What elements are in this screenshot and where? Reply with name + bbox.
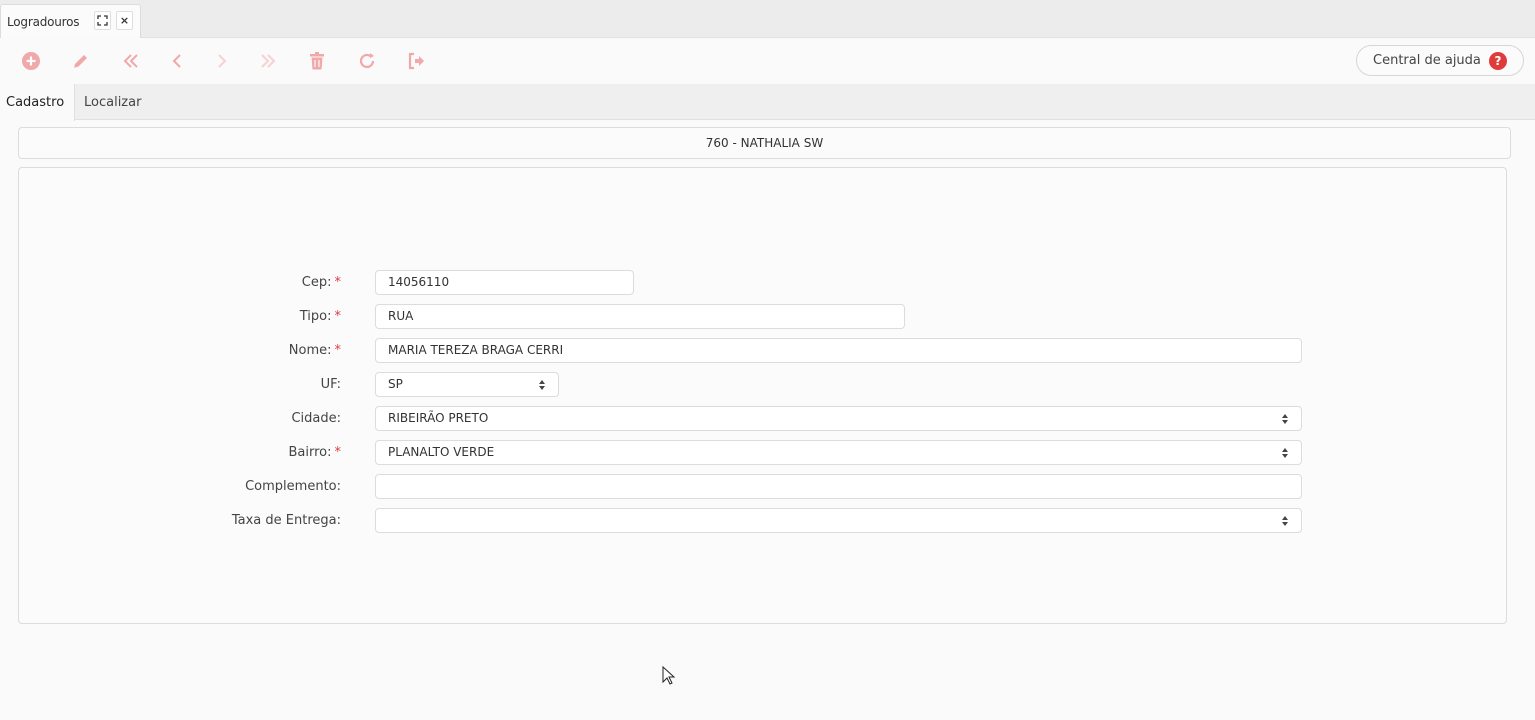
- previous-record-icon[interactable]: [164, 48, 190, 74]
- refresh-icon[interactable]: [354, 48, 380, 74]
- bairro-label: Bairro: *: [288, 445, 341, 460]
- uf-select-value: SP: [388, 377, 403, 391]
- tab-cadastro[interactable]: Cadastro: [0, 84, 75, 121]
- form-row-uf: UF: SP: [19, 372, 1508, 398]
- help-center-label: Central de ajuda: [1373, 53, 1481, 68]
- form-row-cep: Cep: * 14056110: [19, 270, 1508, 296]
- record-title: 760 - NATHALIA SW: [705, 136, 824, 150]
- bairro-select-value: PLANALTO VERDE: [388, 445, 495, 459]
- select-sort-icon: [539, 380, 545, 390]
- tab-localizar[interactable]: Localizar: [78, 84, 147, 120]
- nome-input[interactable]: MARIA TEREZA BRAGA CERRI: [375, 338, 1302, 363]
- edit-icon[interactable]: [68, 48, 94, 74]
- taxa-entrega-select[interactable]: [375, 508, 1302, 533]
- delete-icon[interactable]: [304, 48, 330, 74]
- complemento-input[interactable]: [375, 474, 1302, 499]
- close-tab-button[interactable]: ×: [116, 11, 133, 30]
- form-row-tipo: Tipo: * RUA: [19, 304, 1508, 330]
- help-icon: ?: [1489, 52, 1507, 70]
- window-tab-logradouros[interactable]: Logradouros ×: [0, 4, 141, 38]
- form-panel: Cep: * 14056110 Tipo: * RUA Nome: * MARIA T…: [18, 167, 1507, 624]
- form-row-complemento: Complemento:: [19, 474, 1508, 500]
- form-row-cidade: Cidade: RIBEIRÃO PRETO: [19, 406, 1508, 432]
- form-row-taxa-entrega: Taxa de Entrega:: [19, 508, 1508, 534]
- record-header: 760 - NATHALIA SW: [18, 127, 1511, 159]
- form-row-bairro: Bairro: * PLANALTO VERDE: [19, 440, 1508, 466]
- last-record-icon[interactable]: [255, 48, 281, 74]
- form-tabs: Cadastro Localizar: [0, 84, 1535, 121]
- toolbar: Central de ajuda ?: [0, 39, 1535, 84]
- select-sort-icon: [1282, 414, 1288, 424]
- cidade-select[interactable]: RIBEIRÃO PRETO: [375, 406, 1302, 431]
- uf-select[interactable]: SP: [375, 372, 559, 397]
- nome-label: Nome: *: [288, 343, 341, 358]
- select-sort-icon: [1282, 516, 1288, 526]
- window-tab-strip: Logradouros ×: [0, 0, 1535, 38]
- select-sort-icon: [1282, 448, 1288, 458]
- complemento-label: Complemento:: [245, 479, 341, 494]
- add-icon[interactable]: [18, 48, 44, 74]
- cidade-label: Cidade:: [291, 411, 341, 426]
- exit-icon[interactable]: [403, 48, 429, 74]
- help-center-button[interactable]: Central de ajuda ?: [1356, 45, 1524, 76]
- cidade-select-value: RIBEIRÃO PRETO: [388, 411, 489, 425]
- tipo-input[interactable]: RUA: [375, 304, 905, 329]
- cep-label: Cep: *: [301, 275, 341, 290]
- expand-icon[interactable]: [94, 11, 111, 30]
- next-record-icon[interactable]: [209, 48, 235, 74]
- mouse-cursor-icon: [662, 666, 676, 685]
- taxa-entrega-label: Taxa de Entrega:: [231, 513, 341, 528]
- form-row-nome: Nome: * MARIA TEREZA BRAGA CERRI: [19, 338, 1508, 364]
- first-record-icon[interactable]: [118, 48, 144, 74]
- uf-label: UF:: [320, 377, 341, 392]
- window-tab-title: Logradouros: [7, 14, 80, 29]
- cep-input[interactable]: 14056110: [375, 270, 634, 295]
- bairro-select[interactable]: PLANALTO VERDE: [375, 440, 1302, 465]
- tipo-label: Tipo: *: [299, 309, 341, 324]
